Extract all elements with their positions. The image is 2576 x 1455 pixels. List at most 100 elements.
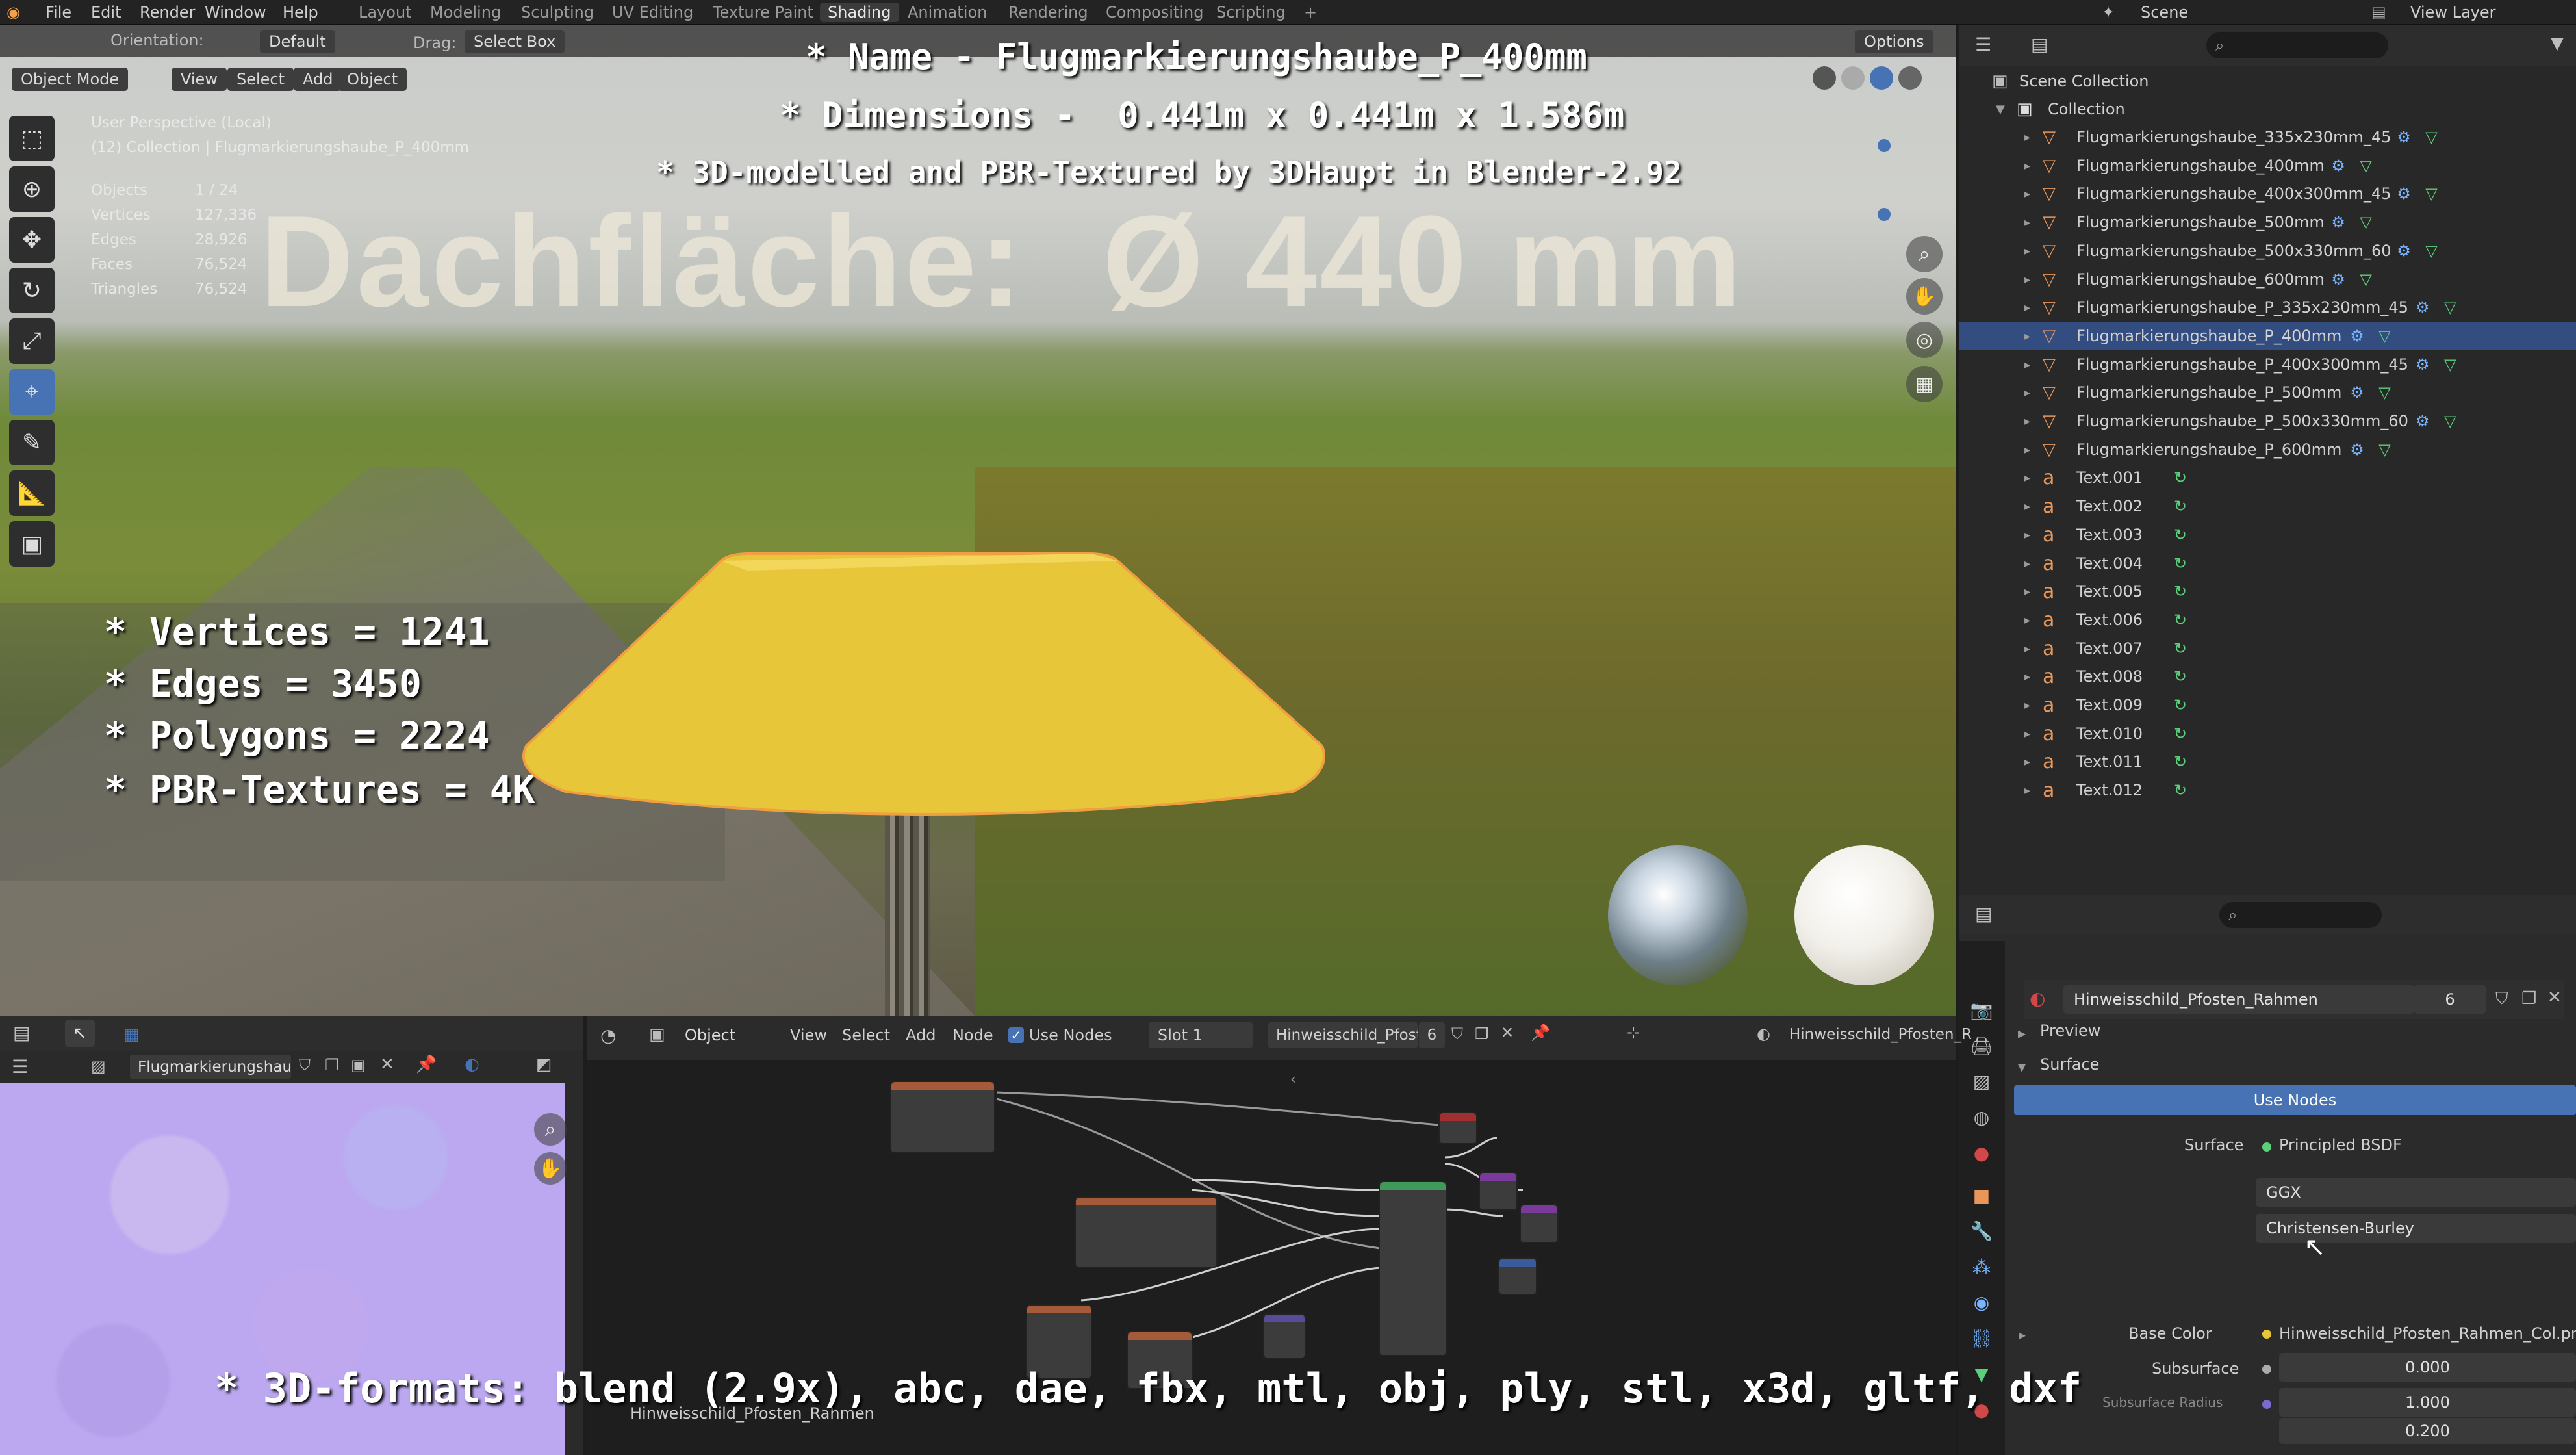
- output-properties-icon[interactable]: 🖨: [1969, 1035, 1995, 1061]
- pin-icon[interactable]: 📌: [416, 1055, 437, 1074]
- expand-arrow-icon[interactable]: ▸: [2024, 748, 2030, 776]
- outliner-item[interactable]: ▸ ▽ Flugmarkierungshaube_600mm ⚙ ▽: [1959, 266, 2576, 294]
- perspective-toggle-icon[interactable]: ▦: [1906, 366, 1943, 402]
- 3d-viewport[interactable]: Dachfläche: Ø 440 mm Object Mode View Se…: [0, 25, 1956, 1016]
- mesh-data-icon[interactable]: ▽: [2378, 379, 2390, 407]
- solid-shading-icon[interactable]: [1841, 66, 1865, 90]
- outliner-item[interactable]: ▸ a Text.011 ↻: [1959, 748, 2576, 776]
- expand-arrow-icon[interactable]: ▸: [2024, 606, 2030, 634]
- mesh-data-icon[interactable]: ▽: [2444, 294, 2456, 322]
- annotate-tool-icon[interactable]: ✎: [9, 420, 55, 465]
- mesh-data-icon[interactable]: ▽: [2444, 407, 2456, 435]
- texture-node[interactable]: [890, 1081, 995, 1153]
- node-menu-add[interactable]: Add: [906, 1026, 936, 1044]
- unlink-image-icon[interactable]: ✕: [380, 1055, 394, 1074]
- tab-rendering[interactable]: Rendering: [1001, 3, 1096, 22]
- surface-section-arrow-icon[interactable]: ▾: [2018, 1058, 2026, 1076]
- expand-arrow-icon[interactable]: ▸: [2024, 209, 2030, 237]
- outliner-item[interactable]: ▸ a Text.001 ↻: [1959, 464, 2576, 492]
- shader-type-icon[interactable]: ▣: [649, 1025, 665, 1044]
- render-properties-icon[interactable]: 📷: [1969, 999, 1995, 1025]
- toggle-sidebar-arrow-icon[interactable]: ‹: [1290, 1072, 1296, 1088]
- expand-arrow-icon[interactable]: ▸: [2024, 493, 2030, 521]
- viewport-menu-object[interactable]: Object: [338, 68, 407, 91]
- node-menu-view[interactable]: View: [790, 1026, 827, 1044]
- node-menu-select[interactable]: Select: [842, 1026, 890, 1044]
- pan-hand-icon[interactable]: ✋: [1906, 278, 1943, 315]
- mesh-data-icon[interactable]: ▽: [2425, 123, 2437, 151]
- mesh-data-icon[interactable]: ▽: [2360, 209, 2371, 237]
- node-unlink-material-icon[interactable]: ✕: [1501, 1024, 1514, 1042]
- preview-section-header[interactable]: Preview: [2040, 1022, 2100, 1040]
- separate-rgb-node[interactable]: [1498, 1257, 1537, 1295]
- curve-data-icon[interactable]: ↻: [2174, 748, 2187, 776]
- object-properties-icon[interactable]: ■: [1969, 1185, 1995, 1211]
- material-preview-shading-icon[interactable]: [1870, 66, 1893, 90]
- transform-tool-icon[interactable]: ⌖: [9, 369, 55, 415]
- collection-row[interactable]: ▼ ▣ Collection: [1959, 96, 2576, 123]
- blender-logo-icon[interactable]: ◉: [0, 3, 27, 22]
- subsurface-value-field[interactable]: 0.000: [2279, 1353, 2576, 1382]
- outliner-item[interactable]: ▸ a Text.012 ↻: [1959, 777, 2576, 805]
- modifiers-icon[interactable]: ⚙: [2350, 379, 2364, 407]
- add-workspace-button[interactable]: +: [1296, 3, 1325, 22]
- expand-arrow-icon[interactable]: ▸: [2024, 294, 2030, 322]
- scene-collection-row[interactable]: ▣ Scene Collection: [1959, 68, 2576, 96]
- bump-node[interactable]: [1520, 1204, 1559, 1243]
- viewport-menu-add[interactable]: Add: [294, 68, 342, 91]
- tab-layout[interactable]: Layout: [351, 3, 420, 22]
- menu-file[interactable]: File: [39, 3, 78, 22]
- principled-bsdf-node[interactable]: [1379, 1181, 1447, 1356]
- image-zoom-icon[interactable]: ⌕: [534, 1113, 567, 1146]
- image-texture-node[interactable]: [1075, 1196, 1218, 1268]
- outliner-item[interactable]: ▸ ▽ Flugmarkierungshaube_500x330mm_60 ⚙ ▽: [1959, 237, 2576, 265]
- tab-uv-editing[interactable]: UV Editing: [604, 3, 701, 22]
- collapse-arrow-icon[interactable]: ▼: [1996, 96, 2005, 123]
- material-slot-dropdown[interactable]: Slot 1: [1149, 1022, 1253, 1048]
- menu-window[interactable]: Window: [198, 3, 273, 22]
- distribution-dropdown[interactable]: GGX: [2256, 1178, 2576, 1207]
- tab-sculpting[interactable]: Sculpting: [513, 3, 602, 22]
- view-layer-selector[interactable]: View Layer: [2404, 3, 2503, 22]
- modifiers-icon[interactable]: ⚙: [2397, 237, 2411, 265]
- node-duplicate-material-icon[interactable]: ❐: [1475, 1025, 1489, 1043]
- curve-data-icon[interactable]: ↻: [2174, 606, 2187, 634]
- tab-compositing[interactable]: Compositing: [1098, 3, 1211, 22]
- fake-user-icon[interactable]: ⛉: [299, 1056, 311, 1074]
- expand-arrow-icon[interactable]: ▸: [2024, 663, 2030, 691]
- mesh-data-icon[interactable]: ▽: [2378, 322, 2390, 350]
- expand-arrow-icon[interactable]: ▸: [2024, 720, 2030, 748]
- outliner-item[interactable]: ▸ ▽ Flugmarkierungshaube_P_500mm ⚙ ▽: [1959, 379, 2576, 407]
- display-mode-icon[interactable]: ☰: [1975, 34, 1991, 55]
- node-material-name-field[interactable]: Hinweisschild_Pfost...: [1268, 1022, 1418, 1048]
- expand-arrow-icon[interactable]: ▸: [2024, 180, 2030, 208]
- image-name-field[interactable]: Flugmarkierungshau...: [130, 1055, 291, 1079]
- fake-user-shield-icon[interactable]: ⛉: [2495, 989, 2508, 1009]
- curve-data-icon[interactable]: ↻: [2174, 691, 2187, 719]
- curve-data-icon[interactable]: ↻: [2174, 550, 2187, 578]
- tab-modeling[interactable]: Modeling: [422, 3, 509, 22]
- tab-shading[interactable]: Shading: [820, 3, 899, 22]
- viewport-menu-select[interactable]: Select: [227, 68, 294, 91]
- expand-arrow-icon[interactable]: ▸: [2024, 322, 2030, 350]
- gizmo-neg-axis[interactable]: [1878, 208, 1891, 221]
- modifiers-icon[interactable]: ⚙: [2416, 351, 2430, 379]
- outliner-item[interactable]: ▸ ▽ Flugmarkierungshaube_335x230mm_45 ⚙ ▽: [1959, 123, 2576, 151]
- scene-icon[interactable]: ✦: [2095, 3, 2121, 22]
- outliner-search-input[interactable]: ⌕: [2206, 32, 2388, 58]
- mesh-data-icon[interactable]: ▽: [2378, 436, 2390, 464]
- tab-scripting[interactable]: Scripting: [1208, 3, 1294, 22]
- outliner-item[interactable]: ▸ a Text.002 ↻: [1959, 493, 2576, 521]
- outliner-item[interactable]: ▸ ▽ Flugmarkierungshaube_P_500x330mm_60 ⚙ ▽: [1959, 407, 2576, 435]
- expand-arrow-icon[interactable]: ▸: [2024, 691, 2030, 719]
- modifiers-icon[interactable]: ⚙: [2397, 180, 2411, 208]
- use-nodes-checkbox[interactable]: ✓: [1008, 1027, 1024, 1043]
- rotate-tool-icon[interactable]: ↻: [9, 268, 55, 313]
- modifiers-icon[interactable]: ⚙: [2350, 436, 2364, 464]
- outliner-item[interactable]: ▸ ▽ Flugmarkierungshaube_P_600mm ⚙ ▽: [1959, 436, 2576, 464]
- expand-arrow-icon[interactable]: ▸: [2024, 578, 2030, 606]
- world-properties-icon[interactable]: ●: [1969, 1142, 1995, 1168]
- modifier-properties-icon[interactable]: 🔧: [1969, 1220, 1995, 1246]
- editor-type-icon[interactable]: ▤: [1975, 903, 1992, 925]
- expand-arrow-icon[interactable]: ▸: [2024, 351, 2030, 379]
